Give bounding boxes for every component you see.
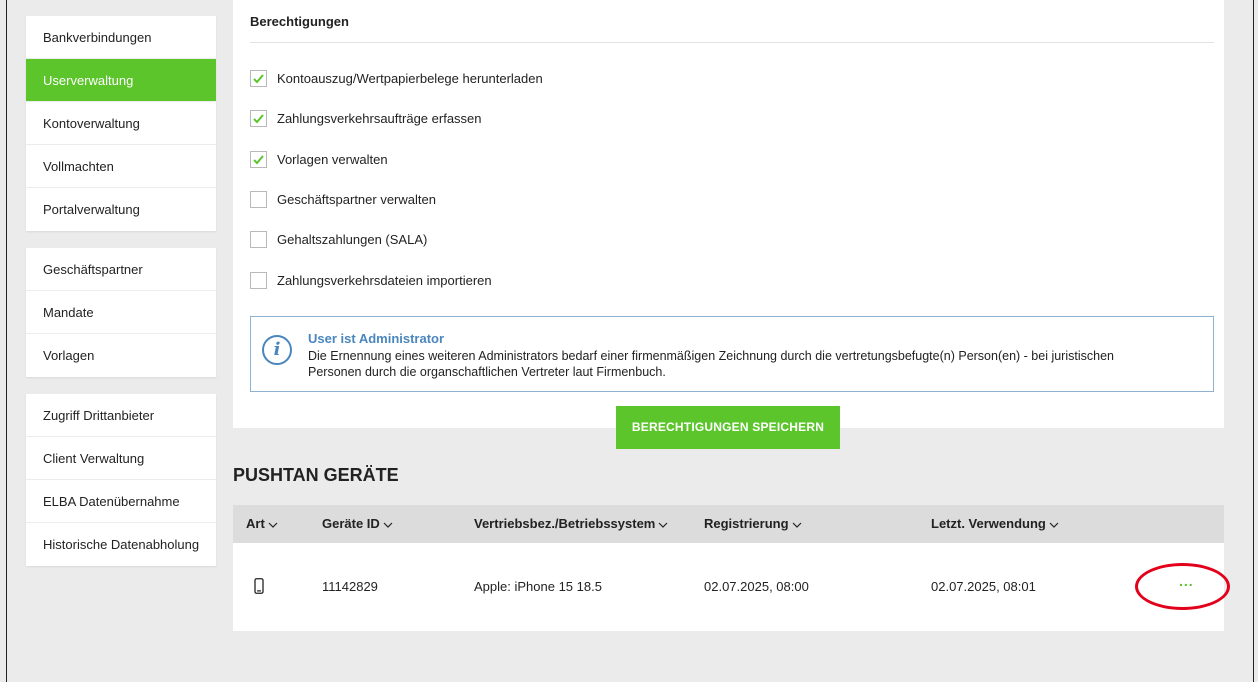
permission-row[interactable]: Vorlagen verwalten bbox=[250, 149, 388, 169]
permission-row[interactable]: Gehaltszahlungen (SALA) bbox=[250, 229, 427, 249]
sidebar-group-admin: Bankverbindungen Userverwaltung Kontover… bbox=[26, 16, 216, 231]
column-header-art[interactable]: Art bbox=[246, 505, 278, 543]
sidebar-group-partner: Geschäftspartner Mandate Vorlagen bbox=[26, 248, 216, 377]
chevron-down-icon bbox=[1049, 522, 1059, 528]
cell-geraete-id: 11142829 bbox=[322, 579, 378, 594]
sidebar-item-kontoverwaltung[interactable]: Kontoverwaltung bbox=[26, 102, 216, 145]
sidebar-item-client-verwaltung[interactable]: Client Verwaltung bbox=[26, 437, 216, 480]
column-label: Vertriebsbez./Betriebssystem bbox=[474, 516, 656, 531]
column-header-registrierung[interactable]: Registrierung bbox=[704, 505, 802, 543]
sidebar-item-bankverbindungen[interactable]: Bankverbindungen bbox=[26, 16, 216, 59]
column-label: Registrierung bbox=[704, 516, 789, 531]
sidebar-item-vollmachten[interactable]: Vollmachten bbox=[26, 145, 216, 188]
cell-system: Apple: iPhone 15 18.5 bbox=[474, 579, 602, 594]
save-permissions-button[interactable]: BERECHTIGUNGEN SPEICHERN bbox=[616, 406, 840, 449]
sidebar-item-portalverwaltung[interactable]: Portalverwaltung bbox=[26, 188, 216, 231]
permissions-title: Berechtigungen bbox=[250, 14, 349, 29]
sidebar-item-geschaeftspartner[interactable]: Geschäftspartner bbox=[26, 248, 216, 291]
sidebar-item-vorlagen[interactable]: Vorlagen bbox=[26, 334, 216, 377]
chevron-down-icon bbox=[268, 522, 278, 528]
checkbox-checked[interactable] bbox=[250, 150, 267, 168]
info-text: Die Ernennung eines weiteren Administrat… bbox=[308, 349, 1114, 379]
sidebar-item-zugriff-drittanbieter[interactable]: Zugriff Drittanbieter bbox=[26, 394, 216, 437]
pushtan-devices-table: Art Geräte ID Vertriebsbez./Betriebssyst… bbox=[233, 505, 1224, 631]
checkbox-checked[interactable] bbox=[250, 69, 267, 87]
checkbox-unchecked[interactable] bbox=[250, 271, 267, 289]
pushtan-section-title: PUSHTAN GERÄTE bbox=[233, 465, 399, 485]
sidebar-item-historische-datenabholung[interactable]: Historische Datenabholung bbox=[26, 523, 216, 566]
checkbox-unchecked[interactable] bbox=[250, 230, 267, 248]
chevron-down-icon bbox=[792, 522, 801, 528]
permission-label: Zahlungsverkehrsaufträge erfassen bbox=[277, 110, 482, 126]
column-header-system[interactable]: Vertriebsbez./Betriebssystem bbox=[474, 505, 668, 543]
checkmark-icon bbox=[253, 73, 264, 83]
more-options-button[interactable]: ... bbox=[1179, 573, 1194, 589]
divider bbox=[250, 42, 1214, 43]
sidebar-item-userverwaltung[interactable]: Userverwaltung bbox=[26, 59, 216, 102]
admin-info-box: i User ist Administrator Die Ernennung e… bbox=[250, 316, 1214, 392]
permission-row[interactable]: Kontoauszug/Wertpapierbelege herunterlad… bbox=[250, 68, 543, 88]
sidebar-group-tools: Zugriff Drittanbieter Client Verwaltung … bbox=[26, 394, 216, 566]
permission-row[interactable]: Zahlungsverkehrsdateien importieren bbox=[250, 270, 492, 290]
checkbox-checked[interactable] bbox=[250, 109, 267, 127]
permission-label: Gehaltszahlungen (SALA) bbox=[277, 231, 428, 247]
permission-row[interactable]: Geschäftspartner verwalten bbox=[250, 189, 436, 209]
permission-label: Geschäftspartner verwalten bbox=[277, 191, 436, 207]
column-header-geraete-id[interactable]: Geräte ID bbox=[322, 505, 393, 543]
column-header-letzte-verwendung[interactable]: Letzt. Verwendung bbox=[931, 505, 1059, 543]
info-icon: i bbox=[262, 335, 292, 365]
permission-label: Kontoauszug/Wertpapierbelege herunterlad… bbox=[277, 70, 543, 86]
permission-label: Zahlungsverkehrsdateien importieren bbox=[277, 272, 492, 288]
checkmark-icon bbox=[253, 154, 264, 164]
sidebar-item-mandate[interactable]: Mandate bbox=[26, 291, 216, 334]
chevron-down-icon bbox=[658, 522, 668, 528]
sidebar-item-elba-datenuebernahme[interactable]: ELBA Datenübernahme bbox=[26, 480, 216, 523]
chevron-down-icon bbox=[383, 522, 393, 528]
info-title: User ist Administrator bbox=[308, 331, 445, 346]
cell-registrierung: 02.07.2025, 08:00 bbox=[704, 579, 809, 594]
table-row: 11142829 Apple: iPhone 15 18.5 02.07.202… bbox=[233, 543, 1224, 631]
column-label: Art bbox=[246, 516, 265, 531]
permission-row[interactable]: Zahlungsverkehrsaufträge erfassen bbox=[250, 108, 482, 128]
checkbox-unchecked[interactable] bbox=[250, 190, 267, 208]
column-label: Geräte ID bbox=[322, 516, 380, 531]
table-header: Art Geräte ID Vertriebsbez./Betriebssyst… bbox=[233, 505, 1224, 543]
column-label: Letzt. Verwendung bbox=[931, 516, 1046, 531]
smartphone-icon bbox=[254, 578, 264, 594]
permissions-panel: Berechtigungen Kontoauszug/Wertpapierbel… bbox=[233, 0, 1224, 428]
permission-label: Vorlagen verwalten bbox=[277, 151, 388, 167]
cell-letzte-verwendung: 02.07.2025, 08:01 bbox=[931, 579, 1036, 594]
checkmark-icon bbox=[253, 113, 264, 123]
